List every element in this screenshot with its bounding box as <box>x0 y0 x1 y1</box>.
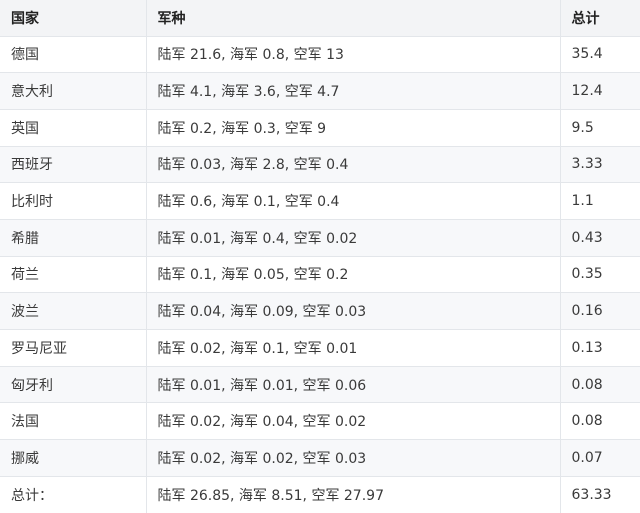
cell-country: 英国 <box>0 108 147 147</box>
table-row: 罗马尼亚 陆军 0.02, 海军 0.1, 空军 0.01 0.13 <box>0 329 640 367</box>
cell-grand-total: 63.33 <box>559 475 640 513</box>
cell-total: 12.4 <box>559 72 640 110</box>
cell-branches: 陆军 0.03, 海军 2.8, 空军 0.4 <box>145 145 561 184</box>
cell-country: 罗马尼亚 <box>0 329 147 367</box>
cell-total-label: 总计： <box>0 475 147 513</box>
table-header-row: 国家 军种 总计 <box>0 0 640 37</box>
table-row: 意大利 陆军 4.1, 海军 3.6, 空军 4.7 12.4 <box>0 72 640 110</box>
table-row: 法国 陆军 0.02, 海军 0.04, 空军 0.02 0.08 <box>0 402 640 441</box>
cell-total: 0.13 <box>559 329 640 367</box>
table-row: 英国 陆军 0.2, 海军 0.3, 空军 9 9.5 <box>0 108 640 147</box>
cell-total-branches: 陆军 26.85, 海军 8.51, 空军 27.97 <box>145 475 561 513</box>
table-total-row: 总计： 陆军 26.85, 海军 8.51, 空军 27.97 63.33 <box>0 475 640 513</box>
cell-country: 波兰 <box>0 292 147 330</box>
cell-total: 0.07 <box>559 439 640 477</box>
cell-country: 法国 <box>0 402 147 441</box>
data-table: 国家 军种 总计 德国 陆军 21.6, 海军 0.8, 空军 13 35.4 … <box>0 0 640 513</box>
cell-branches: 陆军 0.1, 海军 0.05, 空军 0.2 <box>145 255 561 294</box>
header-branches: 军种 <box>145 0 561 37</box>
cell-total: 0.16 <box>559 292 640 330</box>
cell-branches: 陆军 0.02, 海军 0.1, 空军 0.01 <box>145 329 561 367</box>
cell-total: 9.5 <box>559 108 640 147</box>
cell-branches: 陆军 21.6, 海军 0.8, 空军 13 <box>145 35 561 74</box>
header-country: 国家 <box>0 0 147 37</box>
cell-total: 0.43 <box>559 218 640 257</box>
cell-country: 挪威 <box>0 439 147 477</box>
table-row: 希腊 陆军 0.01, 海军 0.4, 空军 0.02 0.43 <box>0 218 640 257</box>
cell-country: 德国 <box>0 35 147 74</box>
cell-country: 荷兰 <box>0 255 147 294</box>
header-total: 总计 <box>559 0 640 37</box>
cell-total: 3.33 <box>559 145 640 184</box>
cell-branches: 陆军 0.02, 海军 0.02, 空军 0.03 <box>145 439 561 477</box>
cell-country: 匈牙利 <box>0 365 147 404</box>
cell-branches: 陆军 0.02, 海军 0.04, 空军 0.02 <box>145 402 561 441</box>
table-row: 挪威 陆军 0.02, 海军 0.02, 空军 0.03 0.07 <box>0 439 640 477</box>
cell-total: 0.08 <box>559 402 640 441</box>
cell-country: 意大利 <box>0 72 147 110</box>
cell-country: 比利时 <box>0 182 147 220</box>
cell-branches: 陆军 4.1, 海军 3.6, 空军 4.7 <box>145 72 561 110</box>
cell-country: 西班牙 <box>0 145 147 184</box>
cell-branches: 陆军 0.04, 海军 0.09, 空军 0.03 <box>145 292 561 330</box>
table-row: 德国 陆军 21.6, 海军 0.8, 空军 13 35.4 <box>0 35 640 74</box>
cell-total: 1.1 <box>559 182 640 220</box>
cell-total: 35.4 <box>559 35 640 74</box>
table-row: 匈牙利 陆军 0.01, 海军 0.01, 空军 0.06 0.08 <box>0 365 640 404</box>
table-row: 波兰 陆军 0.04, 海军 0.09, 空军 0.03 0.16 <box>0 292 640 330</box>
cell-branches: 陆军 0.01, 海军 0.4, 空军 0.02 <box>145 218 561 257</box>
table-row: 西班牙 陆军 0.03, 海军 2.8, 空军 0.4 3.33 <box>0 145 640 184</box>
cell-branches: 陆军 0.6, 海军 0.1, 空军 0.4 <box>145 182 561 220</box>
table-row: 荷兰 陆军 0.1, 海军 0.05, 空军 0.2 0.35 <box>0 255 640 294</box>
cell-country: 希腊 <box>0 218 147 257</box>
cell-total: 0.08 <box>559 365 640 404</box>
table-row: 比利时 陆军 0.6, 海军 0.1, 空军 0.4 1.1 <box>0 182 640 220</box>
cell-branches: 陆军 0.01, 海军 0.01, 空军 0.06 <box>145 365 561 404</box>
cell-total: 0.35 <box>559 255 640 294</box>
cell-branches: 陆军 0.2, 海军 0.3, 空军 9 <box>145 108 561 147</box>
